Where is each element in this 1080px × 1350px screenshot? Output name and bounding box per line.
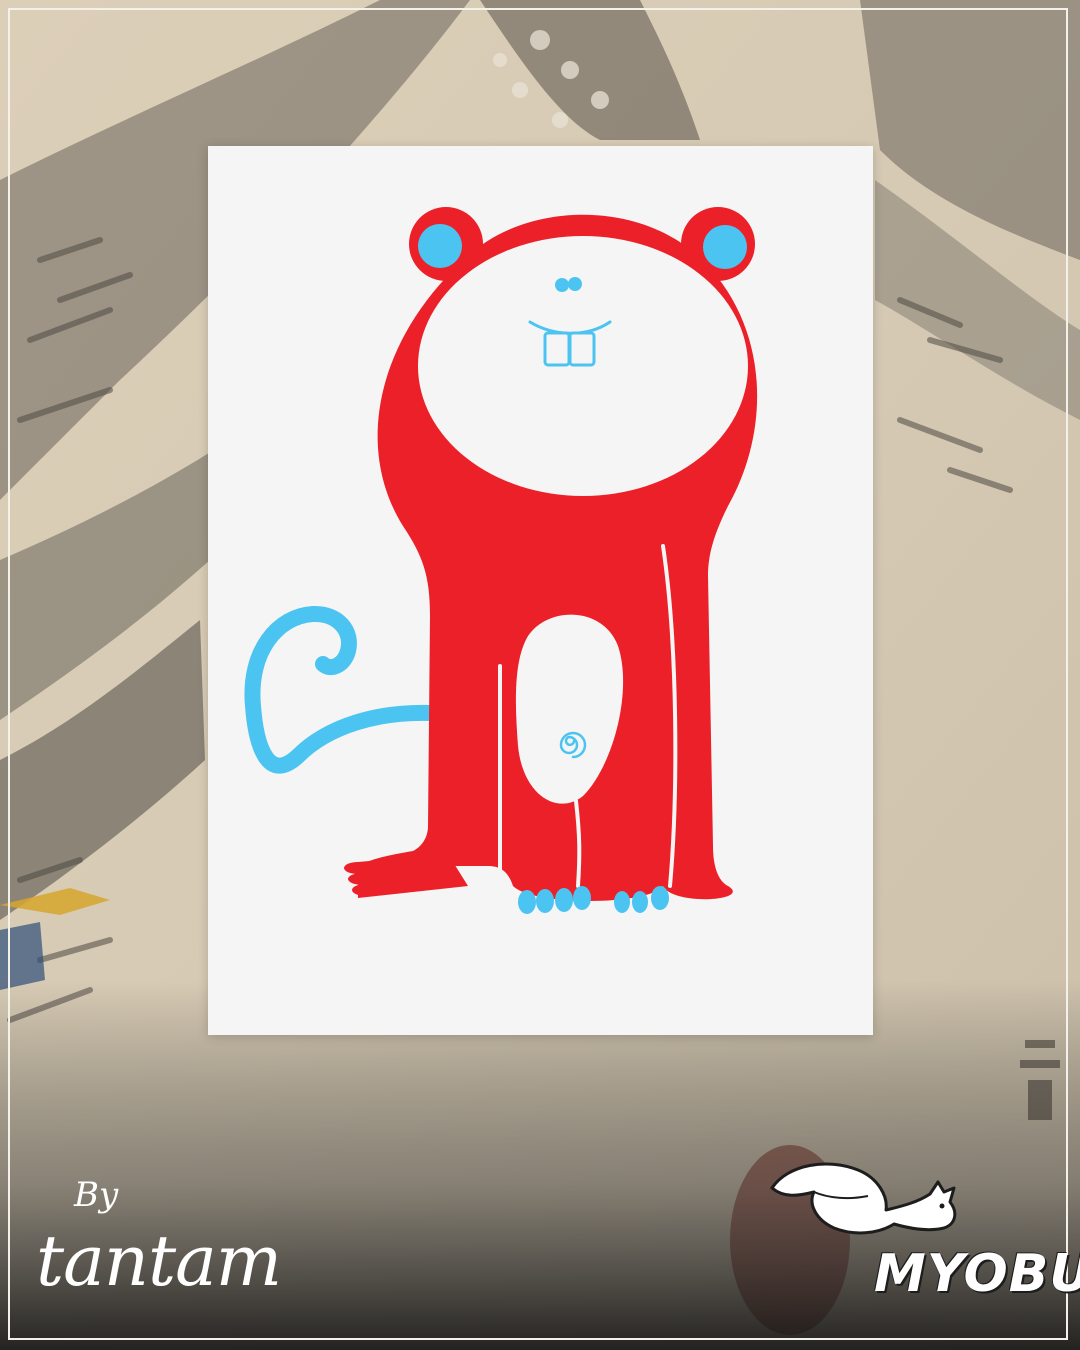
fox-icon [770,1162,957,1235]
monkey-eye-left [555,278,569,292]
monkey-left-foot [344,854,468,898]
logo-wordmark: MYOBU [874,1244,1080,1304]
signature-brand-name: tantam [36,1220,282,1302]
signature-by-label: By [74,1175,119,1215]
artwork-card [208,146,873,1035]
monkey-illustration [244,207,758,914]
monkey-tail [244,606,441,774]
monkey-eye-right [568,277,582,291]
